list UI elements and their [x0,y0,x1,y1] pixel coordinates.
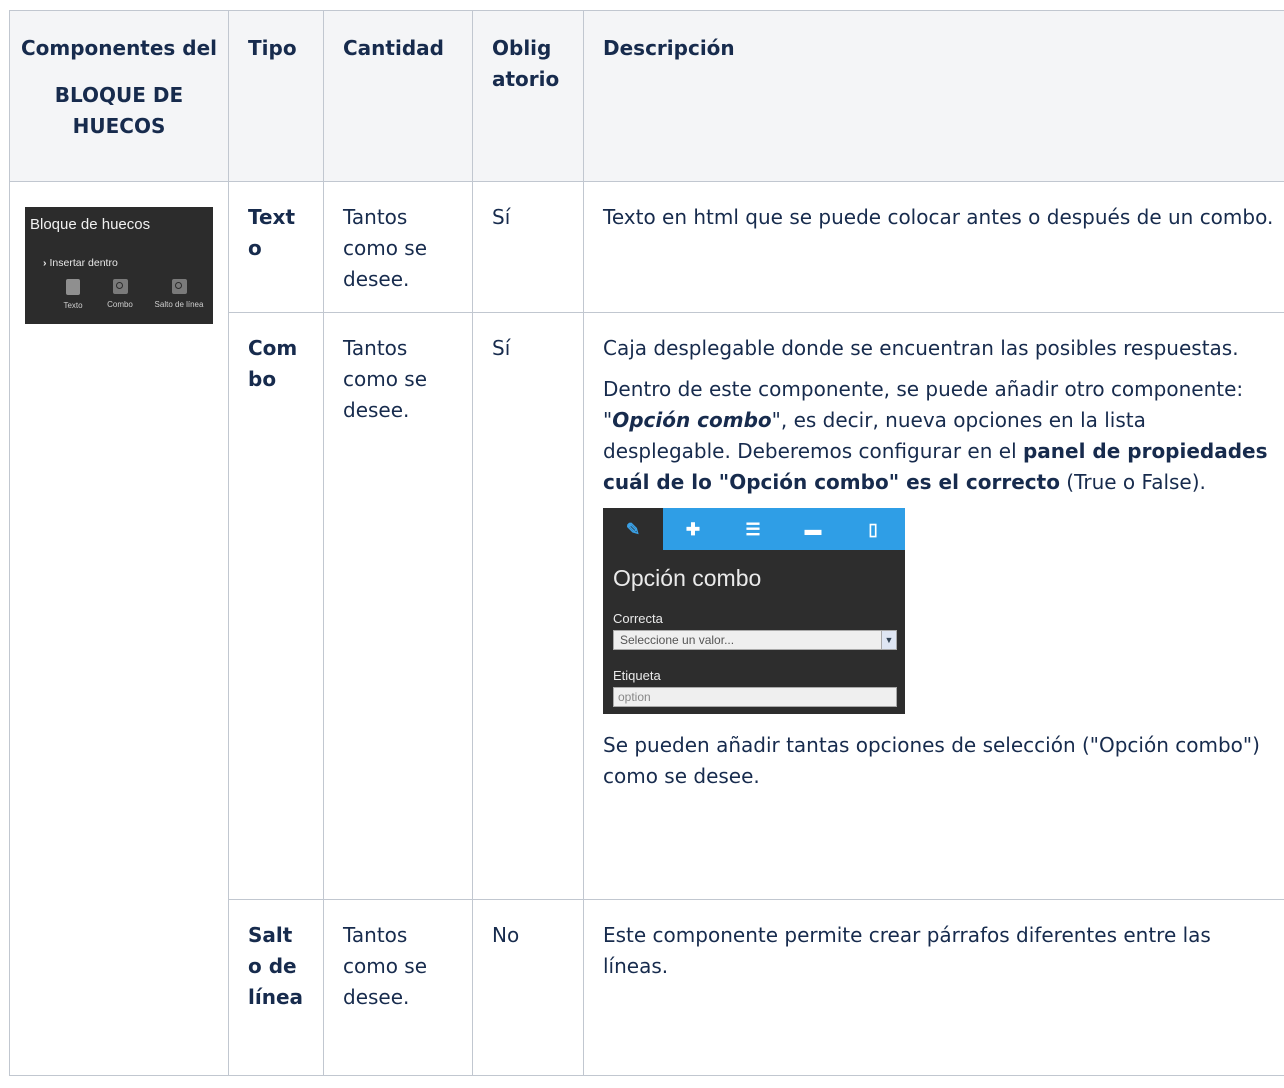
header-components-line1: Componentes del [20,36,218,60]
header-cantidad: Cantidad [323,10,473,182]
combo-desc-3: Se pueden añadir tantas opciones de sele… [603,733,1260,788]
row-salto-desc-text: Este componente permite crear párrafos d… [603,923,1211,978]
correcta-select[interactable]: Seleccione un valor... ▼ [613,630,897,650]
row-texto-desc-text: Texto en html que se puede colocar antes… [603,205,1274,229]
row-texto-obligatorio: Sí [472,181,584,313]
combo-desc-1: Caja desplegable donde se encuentran las… [603,336,1239,360]
header-components: Componentes del BLOQUE DE HUECOS [9,10,229,182]
texto-component-button[interactable]: Texto [53,279,93,310]
row-salto-desc: Este componente permite crear párrafos d… [583,899,1284,1076]
correcta-label: Correcta [613,611,663,626]
row-salto-obligatorio: No [472,899,584,1076]
bloque-huecos-widget: Bloque de huecos › Insertar dentro Texto … [25,207,213,324]
panel-tabs: ✎ ✚ ☰ ▬ ▯ [603,508,905,550]
row-combo-tipo: Combo [228,312,324,900]
components-table: Componentes del BLOQUE DE HUECOS Tipo Ca… [9,10,1284,1076]
document-icon [66,279,80,295]
gear-icon [112,279,128,294]
plus-icon[interactable]: ✚ [663,508,723,550]
header-obligatorio: Obligatorio [472,10,584,182]
mobile-icon[interactable]: ▯ [843,508,903,550]
list-icon[interactable]: ☰ [723,508,783,550]
row-combo-desc: Caja desplegable donde se encuentran las… [583,312,1284,900]
row-combo-cantidad: Tantos como se desee. [323,312,473,900]
header-components-line2: BLOQUE DE HUECOS [54,83,184,138]
salto-linea-component-button[interactable]: Salto de línea [149,279,209,309]
etiqueta-input[interactable]: option [613,687,897,707]
chevron-down-icon: ▼ [881,631,896,649]
row-texto-desc: Texto en html que se puede colocar antes… [583,181,1284,313]
table-header-row: Componentes del BLOQUE DE HUECOS Tipo Ca… [9,10,1284,182]
row-combo-obligatorio: Sí [472,312,584,900]
etiqueta-label: Etiqueta [613,668,661,683]
chevron-right-icon: › [43,257,47,269]
panel-title: Opción combo [613,565,762,591]
widget-title: Bloque de huecos [30,216,151,233]
opcion-combo-panel: ✎ ✚ ☰ ▬ ▯ Opción combo Correcta Seleccio… [603,508,905,714]
row-texto-tipo: Texto [228,181,324,313]
header-descripcion: Descripción [583,10,1284,182]
gear-icon [171,279,187,294]
combo-desc-2: Dentro de este componente, se puede añad… [603,377,1268,494]
comment-icon[interactable]: ▬ [783,508,843,550]
combo-component-button[interactable]: Combo [100,279,140,309]
insert-inside-label: › Insertar dentro [43,257,118,269]
pencil-icon[interactable]: ✎ [603,508,663,550]
header-tipo: Tipo [228,10,324,182]
opcion-combo-emphasis: Opción combo [612,408,772,432]
row-texto-cantidad: Tantos como se desee. [323,181,473,313]
components-table-wrapper: Componentes del BLOQUE DE HUECOS Tipo Ca… [9,10,1284,1076]
row-salto-tipo: Salto de línea [228,899,324,1076]
row-salto-cantidad: Tantos como se desee. [323,899,473,1076]
